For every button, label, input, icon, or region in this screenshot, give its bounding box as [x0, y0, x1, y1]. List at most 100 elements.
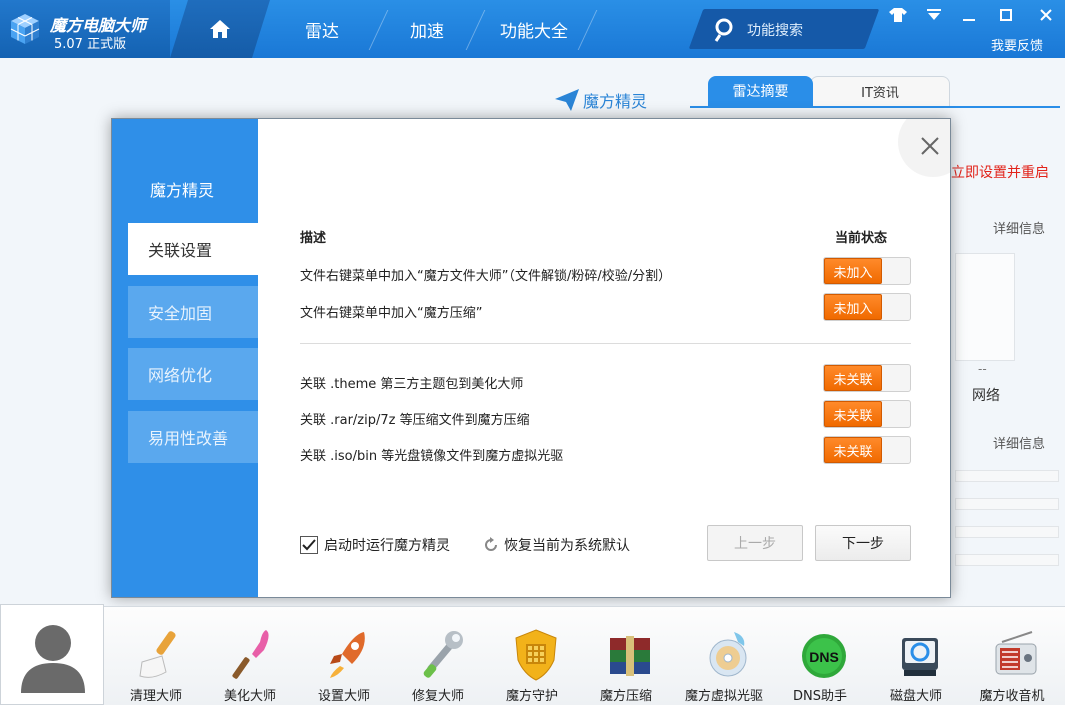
list-row-placeholder — [955, 470, 1059, 482]
sidebar-item-network[interactable]: 网络优化 — [128, 348, 258, 400]
info-tabs: IT资讯 雷达摘要 — [690, 76, 1060, 108]
tool-label: 磁盘大师 — [889, 689, 942, 704]
detail-link[interactable]: 详细信息 — [993, 218, 1045, 237]
list-row-placeholder — [955, 526, 1059, 538]
startup-checkbox-label: 启动时运行魔方精灵 — [324, 538, 450, 554]
tool-label: 魔方收音机 — [979, 689, 1045, 704]
detail-link[interactable]: 详细信息 — [993, 433, 1045, 452]
status-toggle-label: 未加入 — [824, 294, 882, 320]
nav-all-features[interactable]: 功能大全 — [500, 17, 568, 42]
user-avatar[interactable] — [0, 604, 104, 705]
restart-link[interactable]: 立即设置并重启 — [951, 162, 1049, 182]
title-bar: 魔方电脑大师 5.07 正式版 雷达 加速 功能大全 功能搜索 我要反馈 — [0, 0, 1065, 58]
restore-default-button[interactable]: 恢复当前为系统默认 — [482, 535, 630, 555]
tool-settings[interactable]: 设置大师 — [298, 608, 390, 705]
nav-speedup[interactable]: 加速 — [410, 17, 444, 42]
tool-label: 魔方虚拟光驱 — [684, 689, 763, 704]
status-toggle-label: 未加入 — [824, 258, 882, 284]
tool-guard[interactable]: 魔方守护 — [486, 608, 578, 705]
tool-virtual-drive[interactable]: 魔方虚拟光驱 — [678, 608, 770, 705]
setting-row-label: 关联 .iso/bin 等光盘镜像文件到魔方虚拟光驱 — [300, 449, 564, 464]
tool-label: 魔方压缩 — [599, 689, 652, 704]
list-row-placeholder — [955, 498, 1059, 510]
network-value: -- — [978, 362, 987, 376]
status-toggle[interactable]: 未关联 — [823, 364, 911, 392]
setting-row-label: 文件右键菜单中加入“魔方压缩” — [300, 306, 483, 321]
status-toggle[interactable]: 未加入 — [823, 257, 911, 285]
paper-plane-icon — [555, 89, 579, 111]
sidebar-item-usability[interactable]: 易用性改善 — [128, 411, 258, 463]
section-divider — [300, 343, 911, 344]
wizard-link[interactable]: 魔方精灵 — [555, 88, 647, 112]
next-button[interactable]: 下一步 — [815, 525, 911, 561]
wizard-dialog: 魔方精灵 关联设置 安全加固 网络优化 易用性改善 描述 当前状态 文件右键菜单… — [111, 118, 951, 598]
svg-text:DNS: DNS — [809, 649, 839, 665]
status-toggle-label: 未关联 — [824, 365, 882, 391]
network-chart-box — [955, 253, 1015, 361]
tool-label: 美化大师 — [223, 689, 276, 704]
tool-beautify[interactable]: 美化大师 — [204, 608, 296, 705]
search-label[interactable]: 功能搜索 — [747, 20, 803, 40]
feedback-link[interactable]: 我要反馈 — [991, 35, 1043, 54]
dialog-close-button[interactable] — [898, 119, 950, 177]
tool-radio[interactable]: 魔方收音机 — [966, 608, 1058, 705]
dns-icon: DNS — [802, 634, 846, 678]
sidebar-item-association[interactable]: 关联设置 — [128, 223, 258, 275]
tab-radar-summary[interactable]: 雷达摘要 — [708, 76, 813, 106]
brush-icon — [139, 631, 176, 678]
close-icon — [921, 137, 939, 155]
tool-label: 修复大师 — [411, 689, 464, 704]
nav-separator — [577, 10, 598, 50]
sidebar-title: 魔方精灵 — [150, 181, 215, 200]
dialog-sidebar: 魔方精灵 关联设置 安全加固 网络优化 易用性改善 — [112, 119, 258, 597]
user-icon — [21, 625, 85, 693]
nav-separator — [368, 10, 389, 50]
status-toggle-label: 未关联 — [824, 401, 882, 427]
tool-repair[interactable]: 修复大师 — [392, 608, 484, 705]
startup-checkbox[interactable]: 启动时运行魔方精灵 — [300, 535, 450, 555]
refresh-icon — [485, 537, 497, 551]
setting-row-label: 文件右键菜单中加入“魔方文件大师”（文件解锁/粉碎/校验/分割） — [300, 269, 672, 284]
column-header-description: 描述 — [300, 231, 327, 246]
setting-row-label: 关联 .rar/zip/7z 等压缩文件到魔方压缩 — [300, 413, 530, 428]
nav-radar[interactable]: 雷达 — [305, 17, 339, 42]
network-label: 网络 — [972, 388, 1000, 404]
tab-it-news[interactable]: IT资讯 — [810, 76, 950, 106]
minimize-icon[interactable] — [958, 6, 980, 24]
status-toggle[interactable]: 未关联 — [823, 436, 911, 464]
paintbrush-icon — [232, 630, 269, 679]
setting-row-label: 关联 .theme 第三方主题包到美化大师 — [300, 377, 524, 392]
tool-label: 清理大师 — [129, 689, 182, 704]
hard-drive-icon — [902, 638, 938, 676]
home-icon — [209, 19, 231, 39]
tool-label: 设置大师 — [317, 689, 370, 704]
home-tab[interactable] — [170, 0, 270, 58]
close-window-icon[interactable] — [1035, 6, 1057, 24]
restore-default-label: 恢复当前为系统默认 — [504, 538, 630, 554]
radio-icon — [995, 631, 1037, 675]
prev-button[interactable]: 上一步 — [707, 525, 803, 561]
status-toggle-label: 未关联 — [824, 437, 882, 463]
wrench-icon — [423, 631, 463, 678]
tool-label: DNS助手 — [793, 689, 847, 704]
wizard-link-label: 魔方精灵 — [583, 92, 648, 111]
sidebar-item-security[interactable]: 安全加固 — [128, 286, 258, 338]
list-row-placeholder — [955, 554, 1059, 566]
rocket-icon — [330, 632, 365, 678]
skin-icon[interactable] — [887, 6, 909, 24]
tool-compress[interactable]: 魔方压缩 — [580, 608, 672, 705]
shield-icon — [515, 629, 557, 681]
tool-cleaner[interactable]: 清理大师 — [110, 608, 202, 705]
status-toggle[interactable]: 未加入 — [823, 293, 911, 321]
disc-icon — [709, 632, 747, 677]
menu-icon[interactable] — [923, 6, 945, 24]
tool-disk[interactable]: 磁盘大师 — [870, 608, 962, 705]
app-logo-area: 魔方电脑大师 5.07 正式版 — [0, 0, 170, 58]
tool-dns[interactable]: DNS DNS助手 — [774, 608, 866, 705]
books-icon — [610, 636, 650, 676]
search-icon — [714, 18, 733, 42]
column-header-status: 当前状态 — [835, 231, 888, 246]
checkbox-icon — [300, 536, 318, 554]
status-toggle[interactable]: 未关联 — [823, 400, 911, 428]
maximize-icon[interactable] — [995, 6, 1017, 24]
